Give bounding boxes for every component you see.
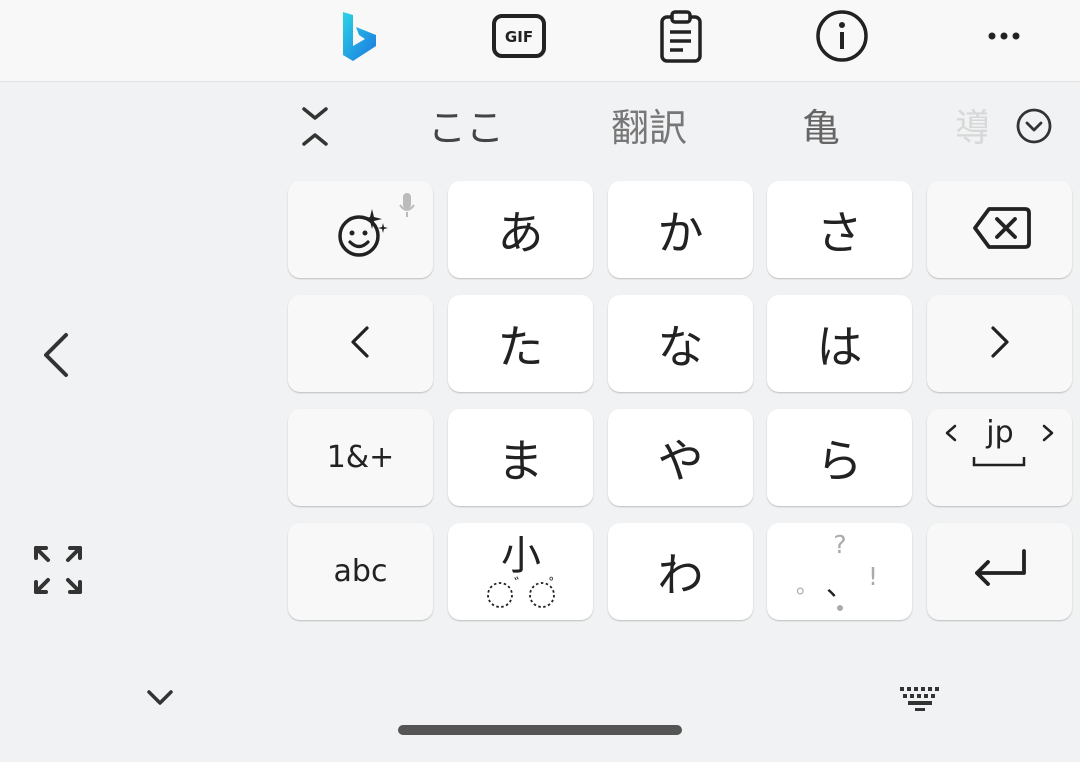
- candidate-item[interactable]: 亀: [802, 104, 840, 152]
- key-ma[interactable]: ま: [448, 409, 593, 506]
- exclamation-mark: !: [868, 562, 878, 591]
- key-label: わ: [657, 547, 704, 602]
- hide-keyboard-chevron-icon[interactable]: [144, 686, 176, 710]
- key-label: さ: [816, 205, 863, 260]
- gif-icon[interactable]: GIF: [491, 8, 547, 64]
- clipboard-icon[interactable]: [653, 8, 709, 64]
- language-label: jp: [985, 415, 1013, 450]
- gif-label: GIF: [505, 28, 533, 46]
- chevron-right-icon: [991, 326, 1009, 358]
- candidate-item[interactable]: ここ: [428, 104, 504, 152]
- punctuation-key[interactable]: ? 。 、 !: [767, 523, 912, 620]
- key-ka[interactable]: か: [608, 181, 753, 278]
- key-label: か: [657, 205, 704, 260]
- key-ya[interactable]: や: [608, 409, 753, 506]
- language-space-key[interactable]: jp: [927, 409, 1072, 506]
- key-wa[interactable]: わ: [608, 523, 753, 620]
- move-left-icon[interactable]: [38, 330, 78, 380]
- key-label: ら: [816, 433, 863, 488]
- enter-key[interactable]: [927, 523, 1072, 620]
- chevron-left-icon: [945, 424, 957, 442]
- info-icon[interactable]: [814, 8, 870, 64]
- enter-icon: [975, 549, 1026, 586]
- key-ta[interactable]: た: [448, 295, 593, 392]
- key-sa[interactable]: さ: [767, 181, 912, 278]
- collapse-candidates-icon[interactable]: [293, 104, 337, 148]
- expand-keyboard-icon[interactable]: [32, 544, 84, 596]
- abc-key[interactable]: abc: [288, 523, 433, 620]
- home-indicator[interactable]: [398, 725, 682, 735]
- key-label: は: [816, 319, 863, 374]
- key-label: 小: [501, 533, 541, 579]
- question-mark: ?: [833, 530, 846, 559]
- candidate-item[interactable]: 導: [955, 104, 987, 152]
- backspace-key[interactable]: [927, 181, 1072, 278]
- space-bar-icon: [972, 457, 1026, 467]
- key-label: 1&+: [326, 440, 395, 475]
- cursor-right-key[interactable]: [927, 295, 1072, 392]
- dakuten-mark: ゛: [514, 575, 530, 594]
- key-label: ま: [497, 433, 544, 488]
- key-a[interactable]: あ: [448, 181, 593, 278]
- key-ha[interactable]: は: [767, 295, 912, 392]
- cursor-left-key[interactable]: [288, 295, 433, 392]
- key-ra[interactable]: ら: [767, 409, 912, 506]
- backspace-icon: [973, 207, 1031, 249]
- small-dakuten-key[interactable]: 小 ゛ ゜: [448, 523, 593, 620]
- chevron-right-icon: [1042, 424, 1054, 442]
- more-icon[interactable]: [976, 8, 1032, 64]
- maru-mark: 。: [796, 574, 818, 599]
- candidate-bar: ここ 翻訳 亀 導: [0, 82, 1080, 174]
- key-label: や: [657, 433, 704, 488]
- ten-mark: 、: [826, 569, 854, 602]
- bing-icon[interactable]: [331, 8, 387, 64]
- emoji-voice-key[interactable]: [288, 181, 433, 278]
- key-label: な: [657, 319, 704, 374]
- key-na[interactable]: な: [608, 295, 753, 392]
- dot-mark: [837, 605, 843, 611]
- key-label: た: [497, 319, 544, 374]
- expand-candidates-icon[interactable]: [1014, 106, 1054, 146]
- symbols-key[interactable]: 1&+: [288, 409, 433, 506]
- key-label: abc: [333, 554, 388, 589]
- candidate-item[interactable]: 翻訳: [611, 104, 687, 152]
- key-label: あ: [497, 205, 544, 260]
- handakuten-mark: ゜: [549, 575, 565, 594]
- keyboard-switch-icon[interactable]: [898, 685, 944, 713]
- keyboard-toolbar: GIF: [0, 0, 1080, 82]
- chevron-left-icon: [351, 326, 369, 358]
